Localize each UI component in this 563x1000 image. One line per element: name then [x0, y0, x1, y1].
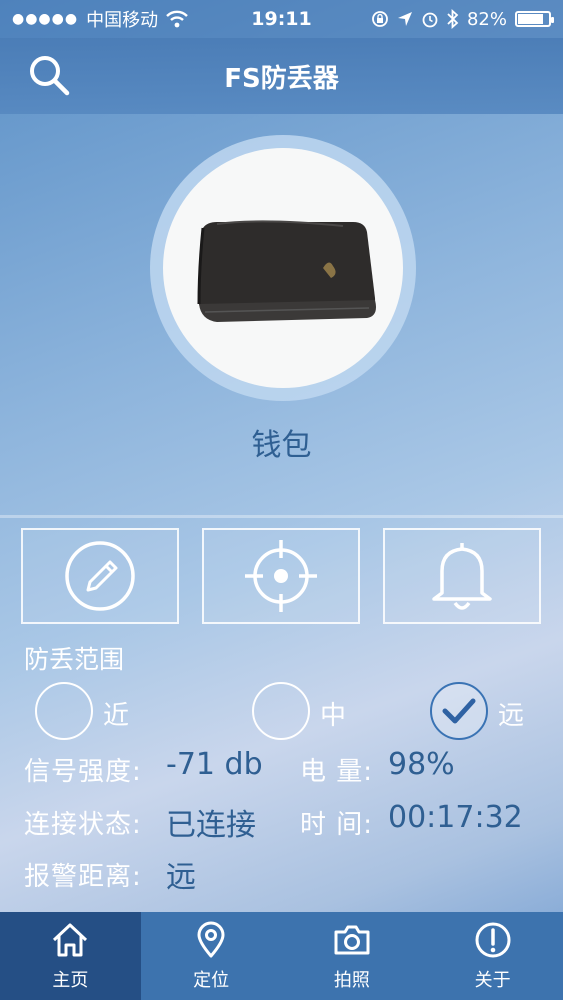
- tab-about-label: 关于: [474, 970, 511, 991]
- tab-camera-label: 拍照: [333, 970, 370, 991]
- status-left: ●●●●● 中国移动: [12, 6, 188, 32]
- signal-dots-icon: ●●●●●: [12, 11, 79, 27]
- alarm-distance-label: 报警距离:: [24, 862, 142, 892]
- tab-locate[interactable]: 定位: [141, 912, 282, 1000]
- tab-locate-label: 定位: [193, 970, 230, 991]
- item-name: 钱包: [251, 428, 312, 463]
- range-near-label: 近: [103, 701, 130, 731]
- camera-icon: [334, 925, 370, 955]
- tab-home[interactable]: 主页: [0, 912, 141, 1000]
- alarm-distance-value: 远: [166, 860, 196, 895]
- time-label: 时 间:: [300, 810, 374, 840]
- battery-label: 电 量:: [300, 757, 374, 787]
- bluetooth-icon: [447, 9, 459, 29]
- battery-percent: 82%: [466, 8, 507, 30]
- location-arrow-icon: [397, 12, 412, 26]
- alarm-button[interactable]: [383, 528, 541, 624]
- info-icon: [475, 922, 511, 958]
- tab-home-label: 主页: [52, 970, 89, 991]
- status-right: 82%: [371, 8, 554, 30]
- range-heading: 防丢范围: [24, 645, 125, 674]
- rotation-lock-icon: [372, 11, 388, 27]
- wifi-icon: [166, 10, 188, 28]
- tab-about[interactable]: 关于: [422, 912, 563, 1000]
- page-title: FS防丢器: [224, 63, 339, 94]
- tab-bar: 主页 定位 拍照 关于: [0, 912, 563, 1000]
- locate-button[interactable]: [202, 528, 360, 624]
- battery-icon: [515, 11, 554, 27]
- item-photo[interactable]: [150, 135, 416, 401]
- carrier-label: 中国移动: [86, 10, 159, 31]
- nav-bar: FS防丢器: [0, 38, 563, 114]
- checkmark-icon: [442, 698, 476, 724]
- connection-label: 连接状态:: [24, 810, 142, 840]
- range-far-radio[interactable]: [430, 682, 488, 740]
- range-far-label: 远: [498, 701, 525, 731]
- battery-fill: [518, 14, 543, 24]
- crosshair-icon: [245, 540, 317, 612]
- signal-value: -71 db: [166, 747, 263, 782]
- range-near-radio[interactable]: [35, 682, 93, 740]
- connection-value: 已连接: [166, 808, 256, 843]
- search-icon[interactable]: [26, 52, 72, 98]
- edit-pencil-icon: [65, 541, 135, 611]
- divider: [0, 515, 563, 518]
- tab-camera[interactable]: 拍照: [282, 912, 423, 1000]
- range-medium-radio[interactable]: [252, 682, 310, 740]
- item-photo-frame: [163, 148, 403, 388]
- status-bar: ●●●●● 中国移动 19:11 82%: [0, 0, 563, 38]
- edit-button[interactable]: [21, 528, 179, 624]
- battery-value: 98%: [388, 747, 455, 782]
- range-medium-label: 中: [320, 701, 347, 731]
- alarm-clock-icon: [422, 12, 438, 28]
- location-pin-icon: [197, 921, 225, 958]
- signal-label: 信号强度:: [24, 757, 142, 787]
- wallet-image: [197, 220, 376, 322]
- home-icon: [53, 923, 88, 957]
- time-value: 00:17:32: [388, 800, 523, 835]
- bell-icon: [432, 543, 492, 610]
